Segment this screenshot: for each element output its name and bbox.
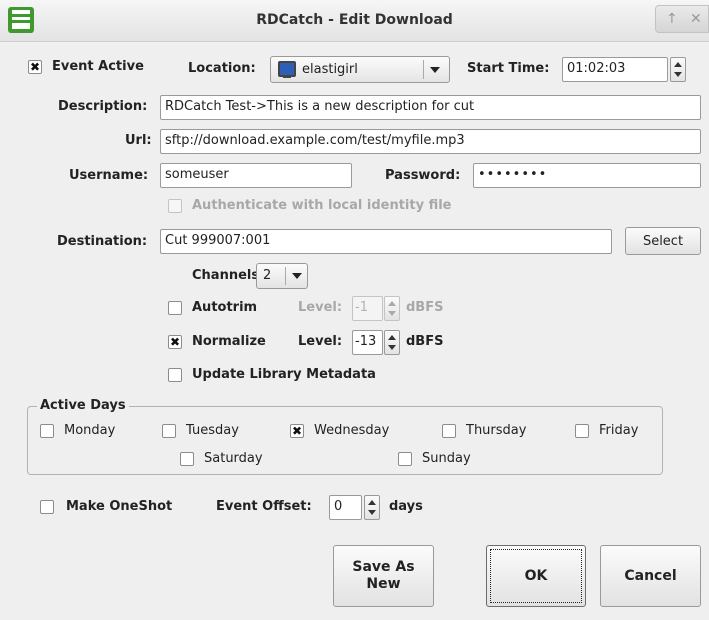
tuesday-checkbox[interactable] <box>162 424 176 438</box>
chevron-down-icon <box>292 273 302 279</box>
wednesday-label: Wednesday <box>314 423 390 438</box>
normalize-checkbox[interactable]: ✖ <box>168 335 182 349</box>
normalize-unit: dBFS <box>406 334 444 349</box>
friday-checkbox[interactable] <box>575 424 589 438</box>
update-metadata-label: Update Library Metadata <box>192 367 376 382</box>
autotrim-level-spinner[interactable] <box>384 296 400 321</box>
channels-combo[interactable]: 2 <box>256 263 308 289</box>
thursday-checkbox[interactable] <box>442 424 456 438</box>
start-time-label: Start Time: <box>467 61 550 76</box>
sunday-label: Sunday <box>422 451 471 466</box>
start-time-spinner[interactable] <box>670 57 686 82</box>
event-offset-spinner[interactable] <box>364 495 380 520</box>
friday-label: Friday <box>599 423 639 438</box>
window-close-button[interactable]: ✕ <box>690 11 702 27</box>
destination-label: Destination: <box>57 234 148 249</box>
normalize-label: Normalize <box>192 334 266 349</box>
window-up-button[interactable]: ↑ <box>666 11 678 27</box>
location-value: elastigirl <box>302 62 358 77</box>
location-combo[interactable]: elastigirl <box>270 56 450 83</box>
tuesday-label: Tuesday <box>186 423 239 438</box>
password-label: Password: <box>385 168 461 183</box>
channels-label: Channels: <box>192 268 265 283</box>
normalize-level-field[interactable]: -13 <box>352 330 383 355</box>
active-days-group <box>27 406 663 475</box>
update-metadata-checkbox[interactable] <box>168 368 182 382</box>
channels-value: 2 <box>263 268 272 283</box>
start-time-field[interactable]: 01:02:03 <box>562 57 668 82</box>
save-as-new-button[interactable]: Save As New <box>333 545 434 607</box>
event-active-label: Event Active <box>52 59 144 74</box>
window-controls: ↑ ✕ <box>655 5 709 33</box>
thursday-label: Thursday <box>466 423 527 438</box>
description-field[interactable]: RDCatch Test->This is a new description … <box>160 95 701 120</box>
autotrim-checkbox[interactable] <box>168 301 182 315</box>
autotrim-unit: dBFS <box>406 300 444 315</box>
normalize-level-label: Level: <box>298 334 343 349</box>
autotrim-label: Autotrim <box>192 300 258 315</box>
oneshot-checkbox[interactable] <box>40 500 54 514</box>
auth-identity-label: Authenticate with local identity file <box>192 198 452 213</box>
select-button[interactable]: Select <box>625 227 701 255</box>
event-offset-unit: days <box>389 499 423 514</box>
normalize-level-spinner[interactable] <box>384 330 400 355</box>
event-offset-label: Event Offset: <box>216 499 312 514</box>
description-label: Description: <box>58 99 148 114</box>
monitor-icon <box>278 61 296 78</box>
url-label: Url: <box>125 133 152 148</box>
auth-identity-checkbox[interactable] <box>168 199 182 213</box>
monday-checkbox[interactable] <box>40 424 54 438</box>
event-offset-field[interactable]: 0 <box>329 495 362 520</box>
sunday-checkbox[interactable] <box>398 452 412 466</box>
password-field[interactable]: •••••••• <box>473 163 701 188</box>
window-title: RDCatch - Edit Download <box>256 12 453 28</box>
title-bar: RDCatch - Edit Download ↑ ✕ <box>0 0 709 42</box>
event-active-checkbox[interactable]: ✖ <box>28 60 42 74</box>
destination-field[interactable]: Cut 999007:001 <box>160 229 612 254</box>
monday-label: Monday <box>64 423 116 438</box>
cancel-button[interactable]: Cancel <box>600 545 701 607</box>
saturday-label: Saturday <box>204 451 263 466</box>
username-label: Username: <box>69 168 149 183</box>
location-label: Location: <box>188 61 256 76</box>
username-field[interactable]: someuser <box>160 163 352 188</box>
saturday-checkbox[interactable] <box>180 452 194 466</box>
wednesday-checkbox[interactable]: ✖ <box>290 424 304 438</box>
url-field[interactable]: sftp://download.example.com/test/myfile.… <box>160 129 701 154</box>
autotrim-level-field[interactable]: -1 <box>352 296 383 321</box>
oneshot-label: Make OneShot <box>66 499 173 514</box>
active-days-title: Active Days <box>37 398 129 413</box>
chevron-down-icon <box>430 67 440 73</box>
ok-button[interactable]: OK <box>486 545 586 607</box>
autotrim-level-label: Level: <box>298 300 343 315</box>
